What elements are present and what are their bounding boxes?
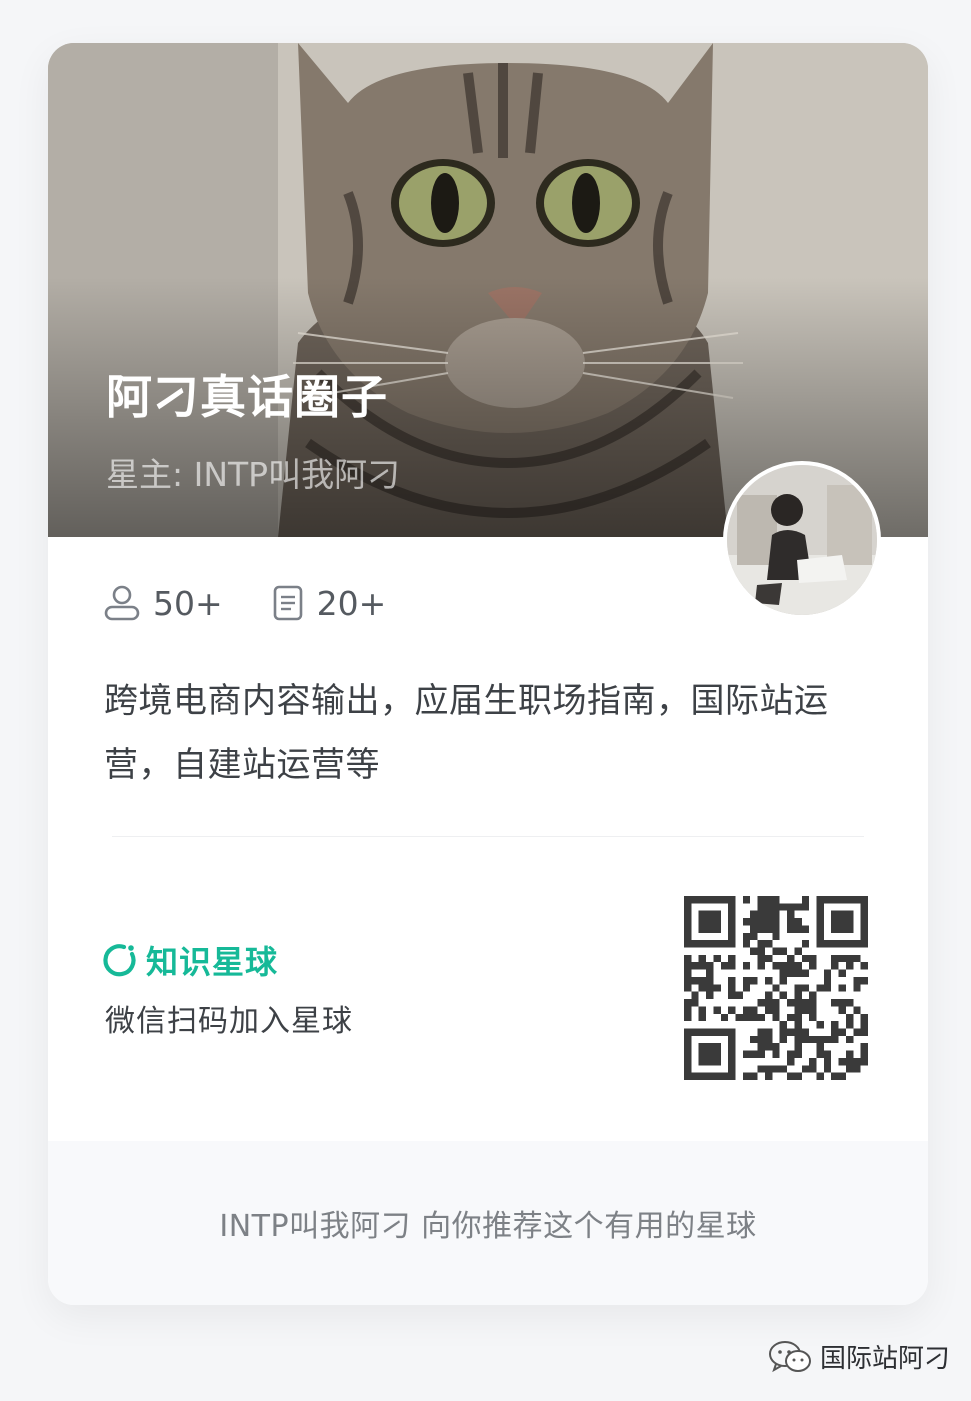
- watermark-text: 国际站阿刁: [820, 1344, 951, 1374]
- group-title: 阿刁真话圈子: [106, 370, 388, 424]
- join-qr-code[interactable]: [684, 896, 868, 1080]
- user-icon: [104, 585, 140, 621]
- planet-card: 阿刁真话圈子 星主: INTP叫我阿刁 50+ 20+ 跨境电商内容输出，应届生…: [48, 43, 928, 1305]
- member-count: 50+: [103, 584, 223, 623]
- topic-count-value: 20+: [316, 583, 387, 623]
- divider: [112, 836, 864, 837]
- zsxq-brand: 知识星球: [102, 937, 278, 983]
- topic-count: 20+: [271, 583, 387, 623]
- group-description: 跨境电商内容输出，应届生职场指南，国际站运营，自建站运营等: [104, 681, 829, 785]
- member-count-value: 50+: [153, 583, 223, 623]
- owner-avatar[interactable]: [723, 461, 881, 619]
- brand-name: 知识星球: [146, 943, 279, 981]
- recommend-text: INTP叫我阿刁 向你推荐这个有用的星球: [219, 1209, 757, 1244]
- recommend-footer: INTP叫我阿刁 向你推荐这个有用的星球: [48, 1141, 928, 1305]
- wechat-icon: [769, 1340, 811, 1372]
- stats-row: 50+ 20+: [103, 583, 386, 623]
- avatar-photo: [727, 465, 877, 615]
- planet-ring-icon: [103, 944, 136, 977]
- owner-line: 星主: INTP叫我阿刁: [106, 455, 401, 494]
- document-icon: [273, 585, 302, 621]
- account-watermark: 国际站阿刁: [768, 1338, 950, 1375]
- scan-hint: 微信扫码加入星球: [105, 1004, 353, 1039]
